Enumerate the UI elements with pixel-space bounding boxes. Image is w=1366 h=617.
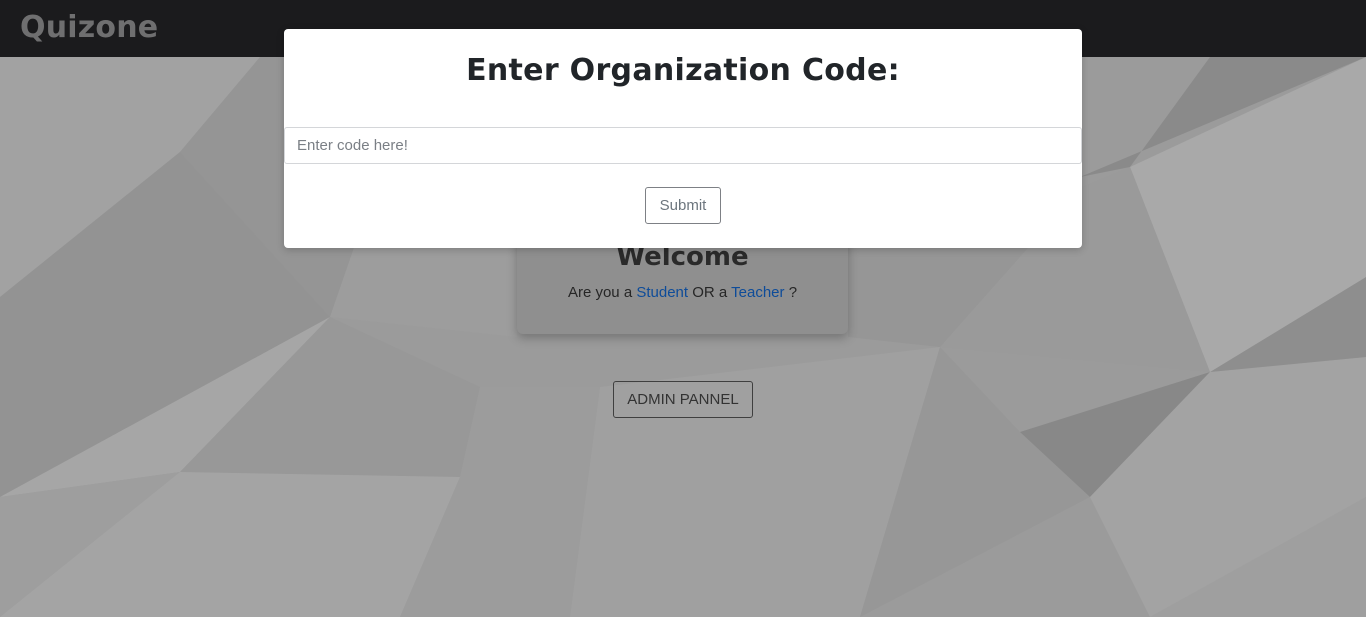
modal-title: Enter Organization Code:	[466, 53, 900, 88]
organization-code-modal: Enter Organization Code: Submit	[284, 29, 1082, 248]
submit-button[interactable]: Submit	[645, 187, 721, 224]
organization-code-input[interactable]	[284, 127, 1082, 164]
